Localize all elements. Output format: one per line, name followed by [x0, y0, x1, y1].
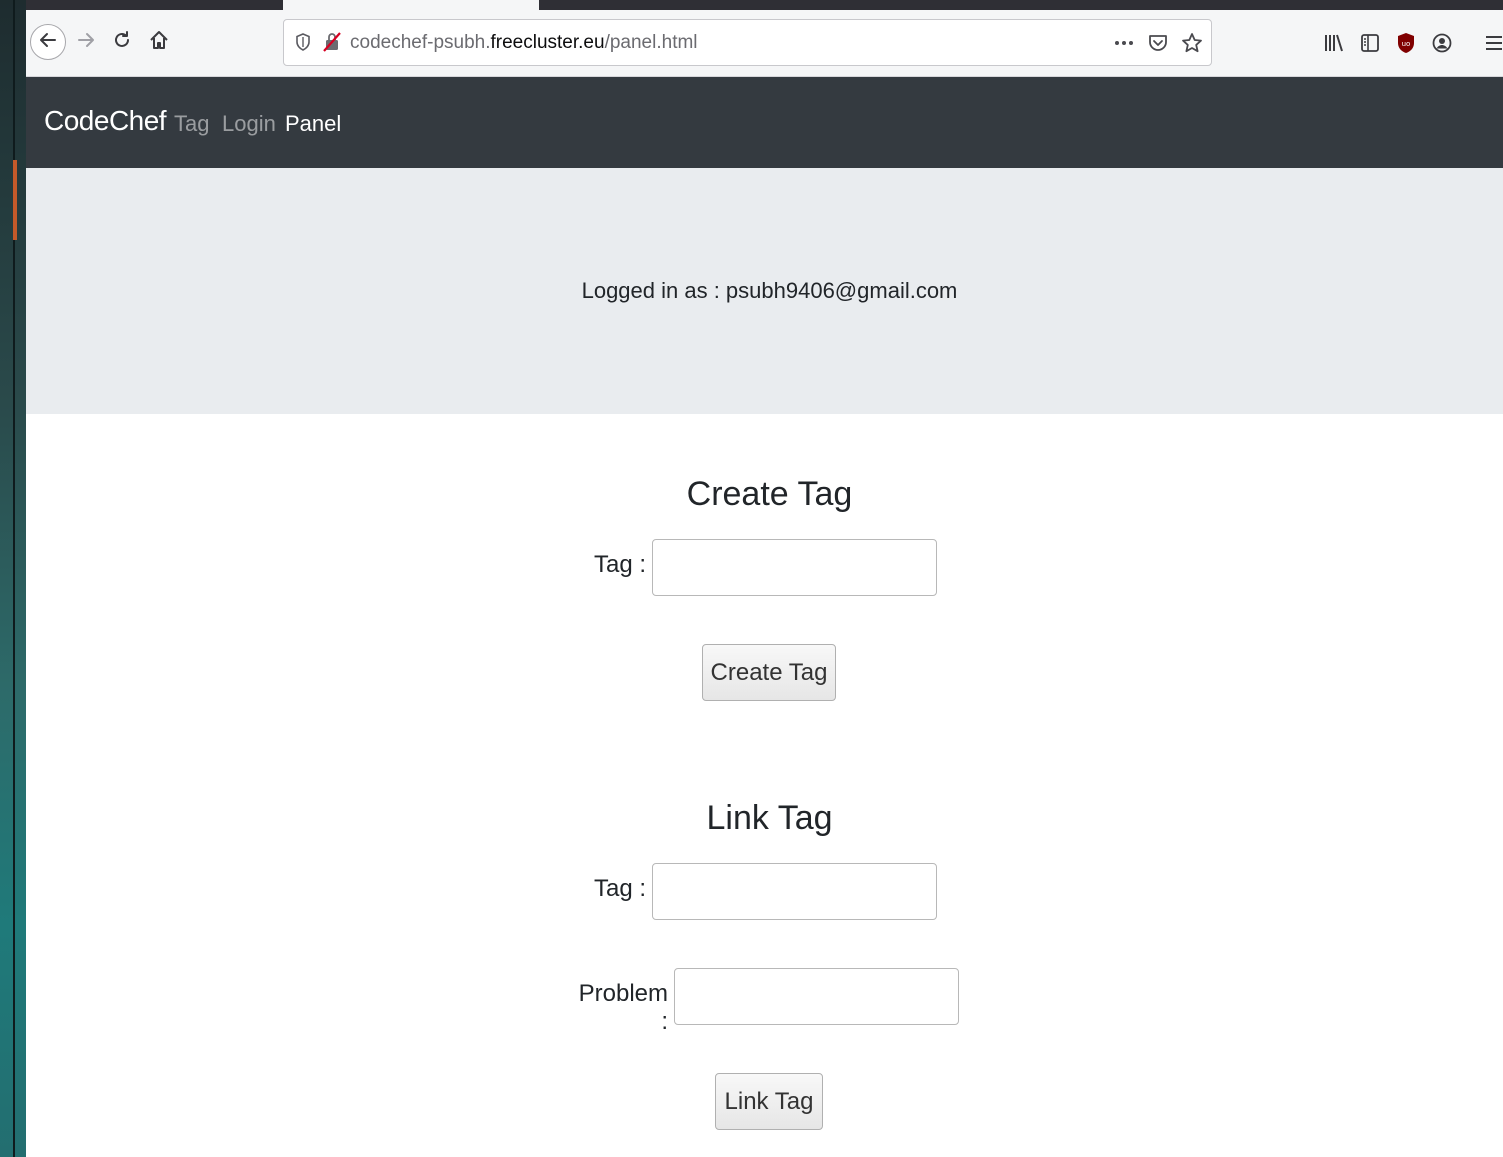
- nav-link-panel[interactable]: Panel: [285, 111, 341, 137]
- svg-text:uo: uo: [1402, 40, 1411, 48]
- url-host: freecluster.eu: [490, 32, 605, 53]
- create-tag-button[interactable]: Create Tag: [702, 644, 836, 701]
- navbar: CodeChef Tag Login Panel: [26, 77, 1503, 168]
- link-tag-label: Tag :: [593, 875, 646, 902]
- create-tag-heading: Create Tag: [686, 475, 853, 513]
- url-prefix: codechef-psubh.: [350, 32, 491, 53]
- dock-active-marker: [13, 160, 17, 240]
- pocket-icon[interactable]: [1145, 29, 1171, 57]
- reload-button[interactable]: [106, 26, 138, 58]
- tab-strip: [26, 0, 1503, 10]
- logged-in-status: Logged in as : psubh9406@gmail.com: [581, 278, 958, 303]
- more-dots-icon[interactable]: [1111, 29, 1137, 57]
- address-bar[interactable]: codechef-psubh.freecluster.eu/panel.html: [283, 19, 1212, 66]
- link-tag-button[interactable]: Link Tag: [715, 1073, 823, 1130]
- link-tag-heading: Link Tag: [706, 799, 833, 837]
- link-tag-input[interactable]: [652, 863, 937, 920]
- active-tab[interactable]: [283, 0, 539, 10]
- home-button[interactable]: [143, 26, 175, 58]
- sidebar-icon[interactable]: [1357, 28, 1383, 58]
- link-problem-label: Problem :: [578, 980, 668, 1035]
- shield-icon[interactable]: [290, 29, 316, 55]
- link-problem-input[interactable]: [674, 968, 959, 1025]
- back-arrow-icon: [39, 31, 57, 53]
- forward-arrow-icon: [77, 31, 95, 53]
- browser-window: codechef-psubh.freecluster.eu/panel.html: [26, 0, 1503, 1157]
- url-actions: [1111, 29, 1205, 57]
- page-content: CodeChef Tag Login Panel Logged in as : …: [26, 77, 1503, 1157]
- account-icon[interactable]: [1429, 28, 1455, 58]
- forward-button[interactable]: [70, 26, 102, 58]
- nav-link-login[interactable]: Login: [222, 111, 276, 137]
- create-tag-label: Tag :: [593, 551, 646, 578]
- desktop-dock: [0, 0, 26, 1157]
- create-tag-input[interactable]: [652, 539, 937, 596]
- reload-icon: [113, 31, 131, 53]
- navbar-brand[interactable]: CodeChef: [44, 105, 167, 137]
- insecure-lock-icon[interactable]: [320, 29, 344, 55]
- back-button[interactable]: [30, 24, 66, 60]
- nav-link-tag[interactable]: Tag: [174, 111, 209, 137]
- url-text[interactable]: codechef-psubh.freecluster.eu/panel.html: [350, 32, 698, 54]
- browser-toolbar: codechef-psubh.freecluster.eu/panel.html: [26, 10, 1503, 77]
- toolbar-right: uo: [1321, 28, 1503, 58]
- library-icon[interactable]: [1321, 28, 1347, 58]
- home-icon: [149, 30, 169, 54]
- url-path: /panel.html: [604, 32, 698, 53]
- star-icon[interactable]: [1179, 29, 1205, 57]
- ublock-icon[interactable]: uo: [1393, 28, 1419, 58]
- jumbotron: Logged in as : psubh9406@gmail.com: [26, 168, 1503, 414]
- hamburger-menu-icon[interactable]: [1481, 28, 1503, 58]
